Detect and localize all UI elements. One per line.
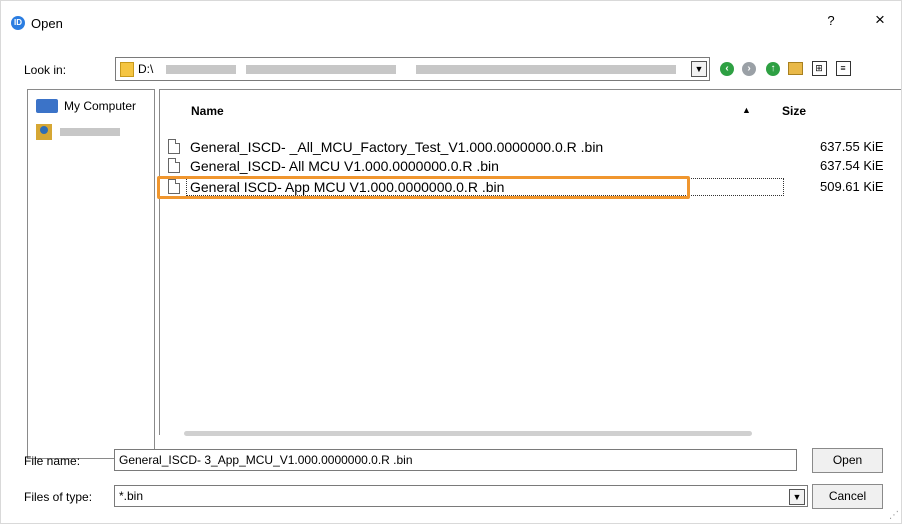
look-in-label: Look in: <box>24 63 67 77</box>
open-button[interactable]: Open <box>812 448 883 473</box>
column-header-size[interactable]: Size <box>782 104 806 118</box>
file-name-input[interactable]: General_ISCD- 3_App_MCU_V1.000.0000000.0… <box>114 449 797 471</box>
folder-icon <box>120 62 134 77</box>
window-title: Open <box>31 16 63 31</box>
cancel-button[interactable]: Cancel <box>812 484 883 509</box>
help-button[interactable]: ? <box>823 13 839 28</box>
file-size: 637.54 KiE <box>820 158 884 173</box>
detail-view-icon: ≡ <box>835 61 851 77</box>
look-in-combobox[interactable]: D:\ ▼ <box>115 57 710 81</box>
detail-view-button[interactable]: ≡ <box>833 58 853 78</box>
arrow-right-circle-icon: › <box>742 61 756 76</box>
new-folder-icon <box>787 62 803 76</box>
arrow-left-circle-icon: ‹ <box>720 61 734 76</box>
resize-grip-icon[interactable]: ⋰ <box>889 510 899 521</box>
title-bar: ID Open ? × <box>1 1 901 45</box>
files-of-type-label: Files of type: <box>24 490 93 504</box>
sidebar-item-user[interactable] <box>36 122 120 142</box>
file-icon <box>168 139 180 154</box>
file-name-label: File name: <box>24 454 81 468</box>
redacted-path <box>166 65 236 74</box>
app-logo-icon: ID <box>11 16 25 30</box>
chevron-down-icon[interactable]: ▼ <box>789 489 805 505</box>
horizontal-scrollbar[interactable] <box>184 431 752 436</box>
file-row[interactable]: General_ISCD- _All_MCU_Factory_Test_V1.0… <box>168 138 902 156</box>
redacted-path <box>246 65 396 74</box>
file-name: General_ISCD- All MCU V1.000.0000000.0.R… <box>190 158 499 174</box>
up-button[interactable]: ↑ <box>763 58 783 78</box>
file-size: 637.55 KiE <box>820 139 884 154</box>
redacted-path <box>416 65 676 74</box>
file-name: General_ISCD- _All_MCU_Factory_Test_V1.0… <box>190 139 604 155</box>
back-button[interactable]: ‹ <box>717 58 737 78</box>
annotation-highlight-box <box>157 176 690 199</box>
open-dialog: ID Open ? × Look in: D:\ ▼ ‹ › ↑ ⊞ ≡ My … <box>0 0 902 524</box>
list-view-icon: ⊞ <box>811 61 827 77</box>
file-icon <box>168 158 180 173</box>
places-sidebar: My Computer <box>27 89 155 459</box>
user-folder-icon <box>36 124 52 140</box>
sort-ascending-icon: ▲ <box>742 105 751 115</box>
file-list: Name ▲ Size General_ISCD- _All_MCU_Facto… <box>159 89 902 436</box>
redacted-username <box>60 128 120 136</box>
new-folder-button[interactable] <box>785 58 805 78</box>
arrow-up-circle-icon: ↑ <box>766 61 780 76</box>
close-button[interactable]: × <box>869 11 891 29</box>
files-of-type-value: *.bin <box>119 489 144 503</box>
computer-icon <box>36 99 58 113</box>
sidebar-item-label: My Computer <box>64 99 137 113</box>
sidebar-item-my-computer[interactable]: My Computer <box>36 96 136 116</box>
chevron-down-icon[interactable]: ▼ <box>691 61 707 77</box>
column-header-name[interactable]: Name <box>191 104 224 118</box>
files-of-type-select[interactable]: *.bin ▼ <box>114 485 808 507</box>
forward-button[interactable]: › <box>739 58 759 78</box>
file-size: 509.61 KiE <box>820 179 884 194</box>
list-view-button[interactable]: ⊞ <box>809 58 829 78</box>
look-in-path: D:\ <box>138 62 154 76</box>
file-row[interactable]: General_ISCD- All MCU V1.000.0000000.0.R… <box>168 157 902 175</box>
